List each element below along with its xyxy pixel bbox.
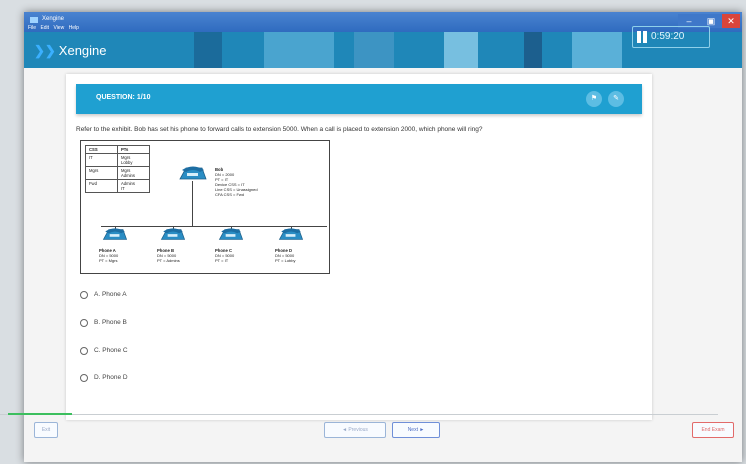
bob-phone-icon — [179, 166, 207, 180]
app-logo: ❯❯ Xengine — [34, 43, 107, 59]
phone-d-label: Phone D DN = 5000 PT = Lobby — [275, 248, 296, 263]
exam-timer[interactable]: 0:59:20 — [632, 26, 710, 48]
logo-mark: ❯❯ — [34, 43, 56, 58]
table-header: CSS — [85, 145, 118, 154]
phone-pt: PT = IT — [215, 258, 229, 263]
bob-line: CFA CSS = Fwd — [215, 192, 245, 197]
close-button[interactable]: ✕ — [722, 14, 740, 28]
table-cell: Mgrs Admins — [117, 166, 150, 180]
option-label: A. Phone A — [94, 291, 127, 298]
header-decoration — [572, 32, 622, 68]
phone-c-icon — [218, 228, 244, 240]
css-pt-table: CSS PTs IT Mgrs Lobby Mgrs Mgrs Admins F… — [85, 145, 150, 193]
phone-d-icon — [278, 228, 304, 240]
phone-pt: PT = Admins — [157, 258, 180, 263]
header-decoration — [264, 32, 334, 68]
exhibit-image: CSS PTs IT Mgrs Lobby Mgrs Mgrs Admins F… — [80, 140, 330, 274]
table-cell: Admins IT — [117, 179, 150, 193]
header-decoration — [444, 32, 478, 68]
logo-text: Xengine — [58, 43, 107, 58]
header-decoration — [194, 32, 222, 68]
next-button[interactable]: Next ► — [392, 422, 440, 438]
progress-bar — [8, 413, 72, 415]
phone-pt: PT = Lobby — [275, 258, 296, 263]
phone-c-label: Phone C DN = 5000 PT = IT — [215, 248, 234, 263]
phone-a-label: Phone A DN = 5000 PT = Mgrs — [99, 248, 118, 263]
table-cell: IT — [85, 153, 118, 167]
table-cell: Mgrs Lobby — [117, 153, 150, 167]
table-cell: Mgrs — [85, 166, 118, 180]
question-header: QUESTION: 1/10 ⚑ ✎ — [76, 84, 642, 114]
radio-button[interactable] — [80, 319, 88, 327]
window-title: Xengine — [42, 16, 65, 22]
app-icon — [30, 17, 38, 23]
end-exam-button[interactable]: End Exam — [692, 422, 734, 438]
answer-option-c[interactable]: C. Phone C — [80, 345, 128, 357]
radio-button[interactable] — [80, 291, 88, 299]
table-cell: Fwd — [85, 179, 118, 193]
radio-button[interactable] — [80, 374, 88, 382]
phone-a-icon — [102, 228, 128, 240]
bob-label: Bob DN = 2000 PT = IT Device CSS = IT Li… — [215, 167, 258, 197]
phone-b-icon — [160, 228, 186, 240]
pause-icon[interactable] — [637, 31, 648, 43]
header-decoration — [354, 32, 394, 68]
previous-button[interactable]: ◄ Previous — [324, 422, 386, 438]
timer-value: 0:59:20 — [651, 31, 685, 42]
menu-bar[interactable]: File Edit View Help — [28, 25, 79, 31]
exit-button[interactable]: Exit — [34, 422, 58, 438]
option-label: D. Phone D — [94, 374, 128, 381]
option-label: B. Phone B — [94, 319, 127, 326]
answer-option-b[interactable]: B. Phone B — [80, 317, 127, 329]
flag-icon[interactable]: ⚑ — [586, 91, 602, 107]
answer-option-d[interactable]: D. Phone D — [80, 372, 128, 384]
radio-button[interactable] — [80, 347, 88, 355]
header-decoration — [524, 32, 542, 68]
answer-option-a[interactable]: A. Phone A — [80, 289, 127, 301]
question-number: QUESTION: 1/10 — [96, 94, 151, 101]
footer-divider — [0, 414, 718, 415]
phone-pt: PT = Mgrs — [99, 258, 118, 263]
network-line — [192, 181, 193, 227]
phone-b-label: Phone B DN = 5000 PT = Admins — [157, 248, 180, 263]
comment-icon[interactable]: ✎ — [608, 91, 624, 107]
question-text: Refer to the exhibit. Bob has set his ph… — [76, 126, 483, 133]
option-label: C. Phone C — [94, 347, 128, 354]
table-header: PTs — [117, 145, 150, 154]
